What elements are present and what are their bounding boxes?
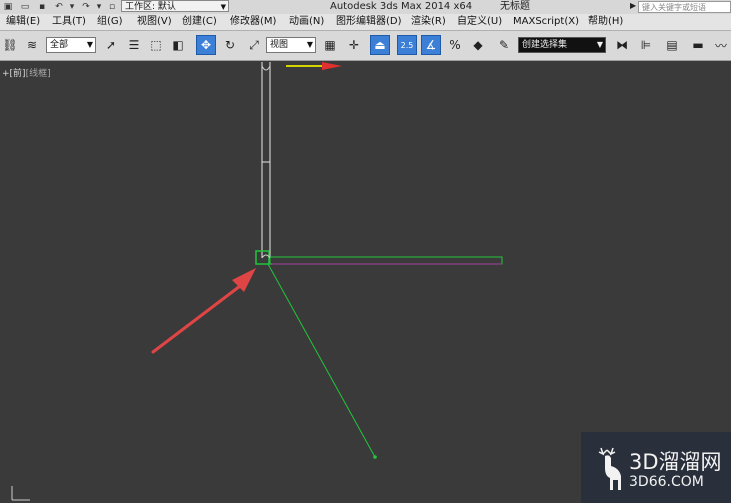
top-arc-mark [261,65,271,71]
watermark-brand: 3D溜溜网 [629,450,722,474]
wireframe-column [261,62,271,258]
diagonal-line-object[interactable] [267,263,376,458]
watermark-site: 3D66.COM [629,474,704,490]
deer-logo-icon [598,447,621,490]
annotation-arrow [151,268,256,354]
viewport-scene [11,62,503,501]
watermark: 3D溜溜网 3D66.COM [581,432,731,503]
gizmo-arrow-red [322,62,342,70]
axis-tripod [11,486,30,501]
line-endpoint [373,455,377,459]
selected-horizontal-object[interactable] [269,256,503,265]
